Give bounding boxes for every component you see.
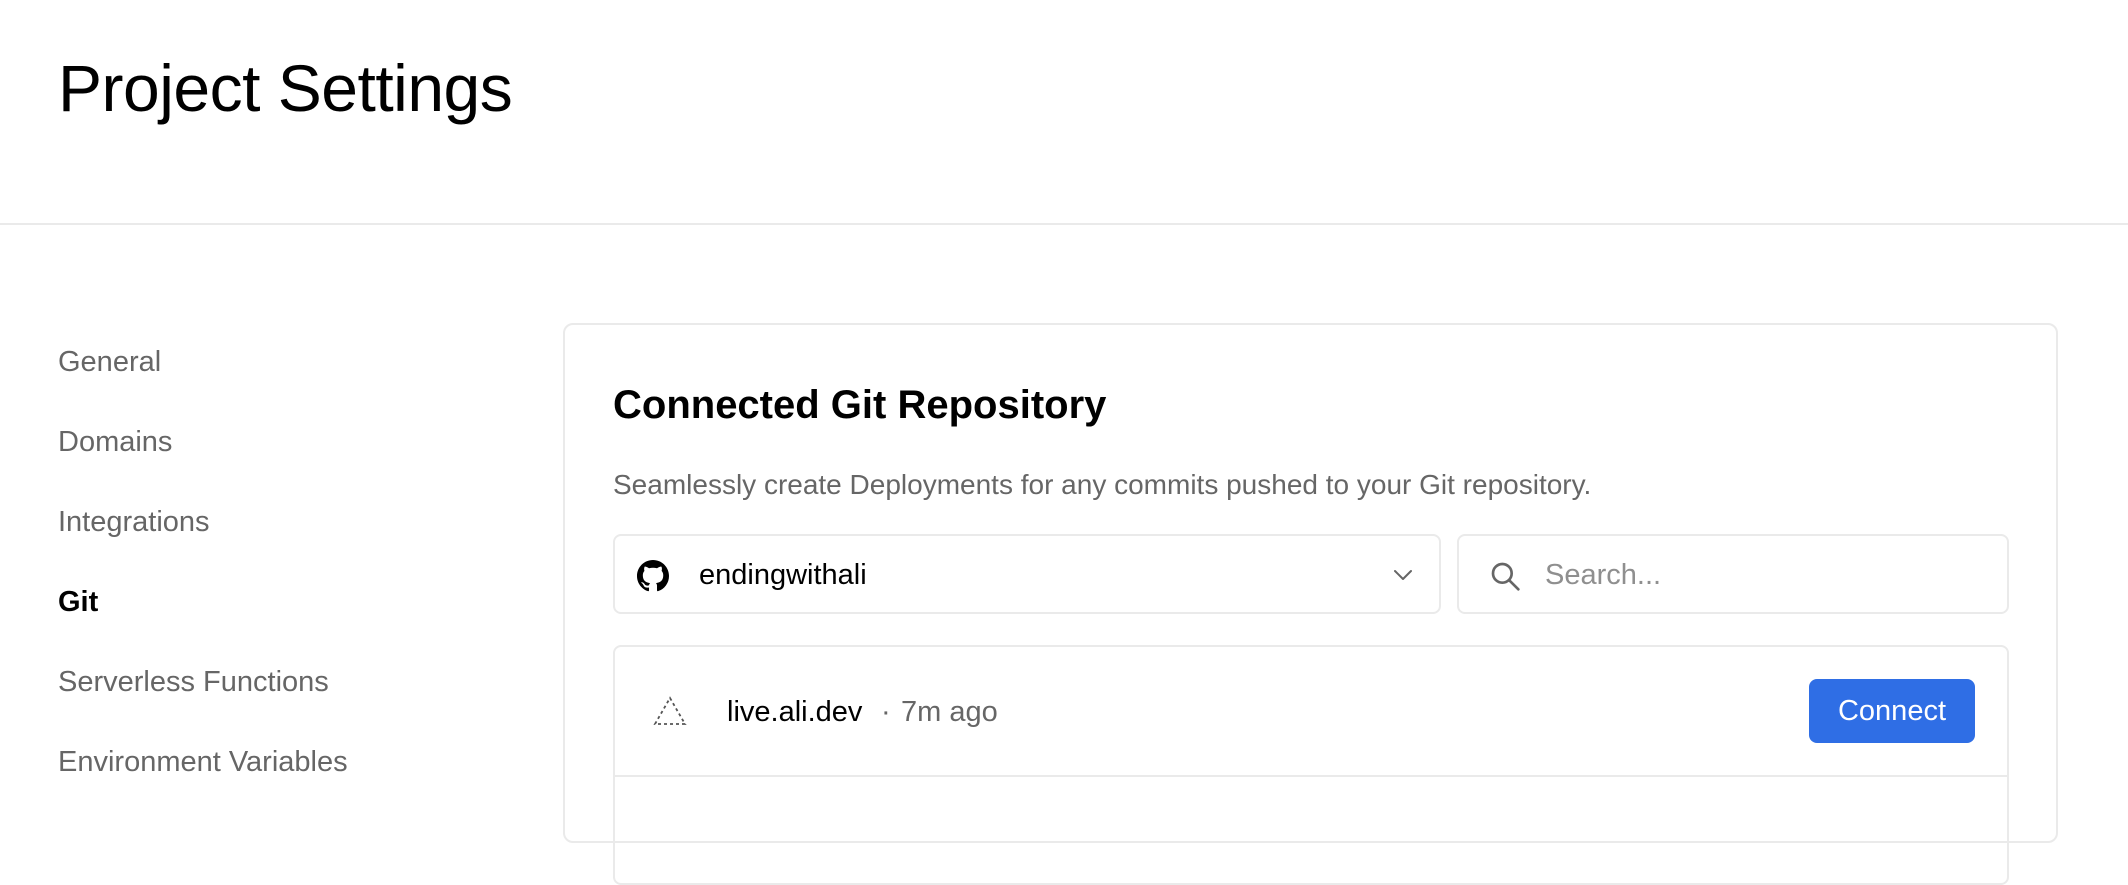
- sidebar-item-general[interactable]: General: [58, 340, 478, 420]
- sidebar-item-integrations[interactable]: Integrations: [58, 500, 478, 580]
- repository-list: live.ali.dev · 7m ago Connect: [613, 645, 2009, 885]
- repository-search: [1457, 534, 2009, 614]
- git-account-value: endingwithali: [699, 559, 867, 591]
- repository-name: live.ali.dev: [727, 696, 863, 728]
- git-repository-card: Connected Git Repository Seamlessly crea…: [563, 323, 2058, 885]
- sidebar-item-environment-variables[interactable]: Environment Variables: [58, 740, 478, 820]
- github-icon: [637, 560, 669, 592]
- chevron-down-icon: [1394, 570, 1412, 580]
- git-account-select[interactable]: endingwithali: [613, 534, 1441, 614]
- sidebar-item-git[interactable]: Git: [58, 580, 478, 660]
- sidebar-item-domains[interactable]: Domains: [58, 420, 478, 500]
- page-header: Project Settings: [0, 0, 2128, 225]
- connect-button[interactable]: Connect: [1809, 679, 1975, 743]
- list-item: live.ali.dev · 7m ago Connect: [615, 647, 2007, 777]
- separator-dot: ·: [881, 696, 891, 728]
- card-description: Seamlessly create Deployments for any co…: [613, 469, 1592, 500]
- card-title: Connected Git Repository: [613, 383, 1107, 427]
- search-input[interactable]: [1545, 550, 1985, 600]
- repository-updated-time: 7m ago: [901, 696, 998, 728]
- page-title: Project Settings: [58, 51, 513, 125]
- triangle-dashed-icon: [653, 696, 687, 725]
- settings-sidebar: General Domains Integrations Git Serverl…: [58, 340, 478, 820]
- search-icon: [1491, 562, 1520, 591]
- sidebar-item-serverless-functions[interactable]: Serverless Functions: [58, 660, 478, 740]
